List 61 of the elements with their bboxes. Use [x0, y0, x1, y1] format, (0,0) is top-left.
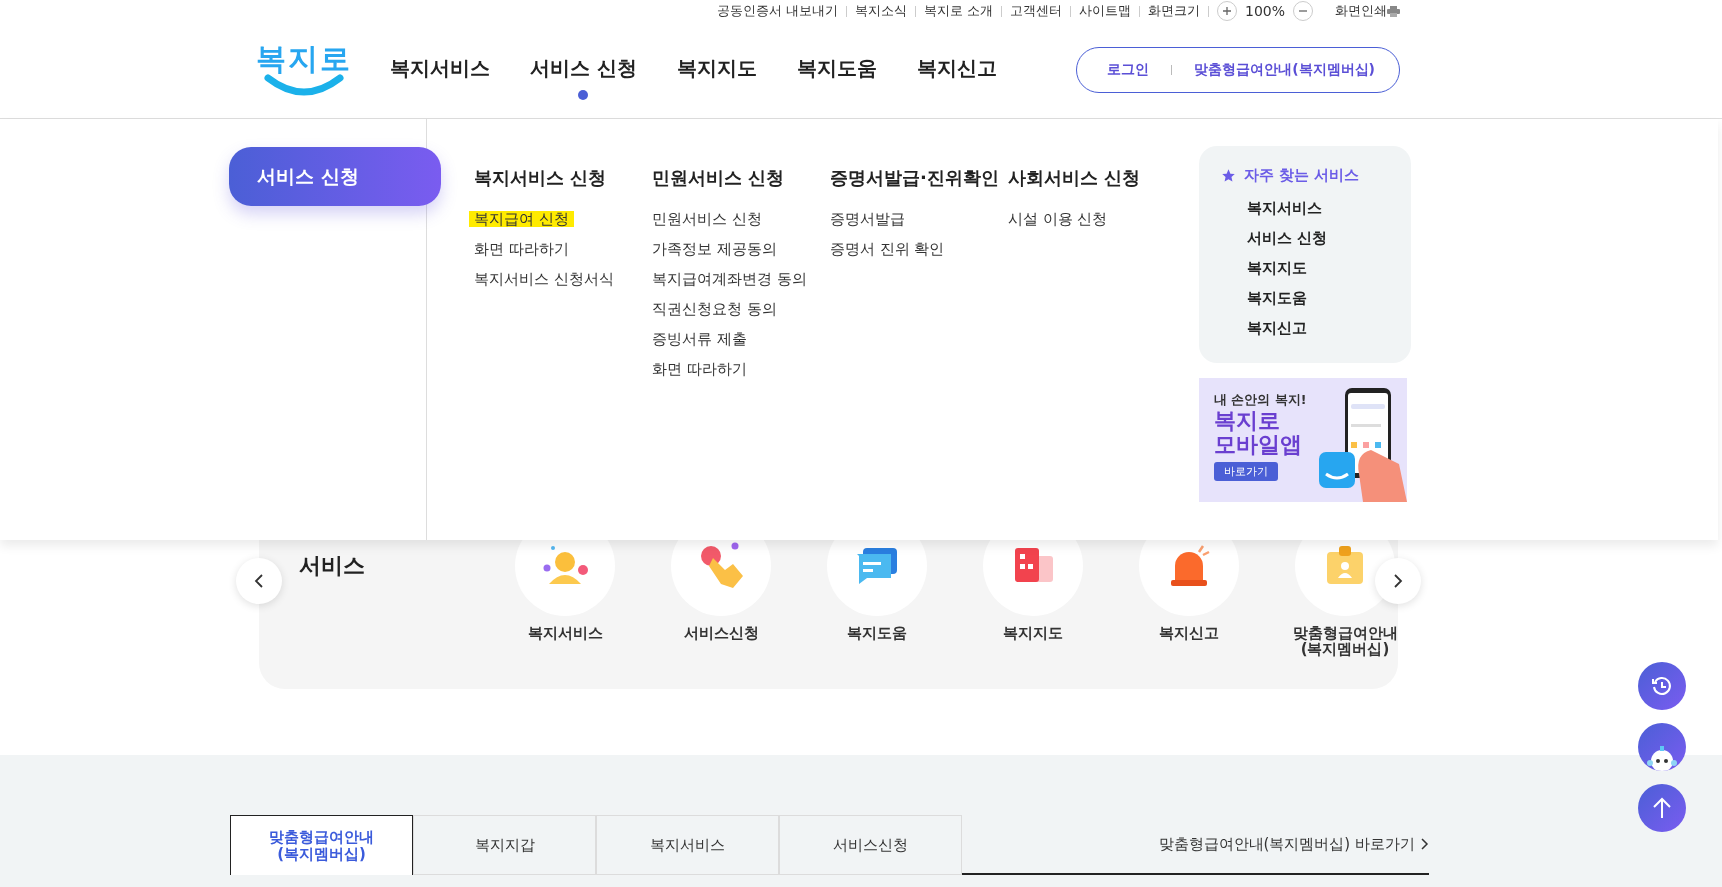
chatbot-button[interactable]: [1638, 723, 1686, 771]
menu-heading[interactable]: 민원서비스 신청: [652, 166, 785, 190]
print-link[interactable]: 화면인쇄: [1335, 2, 1387, 20]
nav-item[interactable]: 복지도움: [796, 36, 877, 104]
menu-title: 서비스 신청: [229, 147, 441, 206]
tab[interactable]: 복지서비스: [596, 815, 779, 875]
nav-item[interactable]: 서비스 신청: [530, 36, 637, 104]
banner-button[interactable]: 바로가기: [1214, 462, 1278, 482]
nav-item[interactable]: 복지신고: [916, 36, 997, 104]
menu-heading[interactable]: 증명서발급·진위확인: [830, 166, 999, 190]
menu-item[interactable]: 가족정보 제공동의: [652, 234, 777, 264]
menu-heading[interactable]: 복지서비스 신청: [474, 166, 607, 190]
menu-item[interactable]: 화면 따라하기: [474, 234, 569, 264]
history-icon: [1650, 674, 1674, 698]
utility-link[interactable]: 사이트맵: [1078, 2, 1131, 20]
quick-services-title: 서비스: [299, 552, 365, 580]
printer-icon[interactable]: [1387, 5, 1400, 17]
menu-item[interactable]: 증명서 진위 확인: [830, 234, 945, 264]
chevron-right-icon: [1393, 573, 1403, 589]
favorite-link[interactable]: 서비스 신청: [1247, 223, 1411, 253]
chevron-right-icon: [1421, 838, 1429, 850]
chevron-left-icon: [254, 573, 264, 589]
utility-link[interactable]: 공동인증서 내보내기: [717, 2, 838, 20]
menu-item[interactable]: 직권신청요청 동의: [652, 294, 777, 324]
history-button[interactable]: [1638, 662, 1686, 710]
menu-item[interactable]: 시설 이용 신청: [1008, 204, 1108, 234]
arrow-up-icon: [1651, 796, 1673, 820]
banner-tagline: 내 손안의 복지!: [1214, 392, 1307, 409]
tab[interactable]: 맞춤형급여안내 (복지멤버십): [230, 815, 413, 875]
menu-item[interactable]: 화면 따라하기: [652, 354, 747, 384]
utility-link[interactable]: 화면크기: [1147, 2, 1200, 20]
shortcut-link[interactable]: 맞춤형급여안내(복지멤버십) 바로가기: [1158, 834, 1429, 854]
tab[interactable]: 복지지갑: [413, 815, 596, 875]
login-link[interactable]: 로그인: [1107, 61, 1150, 79]
banner-title: 복지로: [1214, 409, 1280, 434]
zoom-level: 100%: [1244, 3, 1285, 19]
menu-item[interactable]: 복지서비스 신청서식: [474, 264, 614, 294]
app-banner[interactable]: 내 손안의 복지! 복지로 모바일앱 바로가기: [1199, 378, 1407, 502]
star-icon: [1221, 168, 1236, 183]
nav-item[interactable]: 복지서비스: [390, 36, 490, 104]
robot-icon: [1646, 745, 1678, 771]
utility-link[interactable]: 복지소식: [855, 2, 907, 20]
menu-item[interactable]: 증빙서류 제출: [652, 324, 747, 354]
tab[interactable]: 서비스신청: [779, 815, 962, 875]
favorite-link[interactable]: 복지서비스: [1247, 193, 1411, 223]
favorites-title: 자주 찾는 서비스: [1244, 166, 1360, 185]
menu-item[interactable]: 민원서비스 신청: [652, 204, 762, 234]
zoom-out-icon[interactable]: [1293, 1, 1313, 21]
membership-link[interactable]: 맞춤형급여안내(복지멤버십): [1194, 61, 1375, 79]
favorite-link[interactable]: 복지신고: [1247, 313, 1411, 343]
utility-link[interactable]: 고객센터: [1009, 2, 1062, 20]
banner-title: 모바일앱: [1214, 433, 1302, 458]
nav-item[interactable]: 복지지도: [676, 36, 757, 104]
favorite-link[interactable]: 복지지도: [1247, 253, 1411, 283]
menu-item[interactable]: 복지급여 신청: [469, 211, 574, 227]
favorite-link[interactable]: 복지도움: [1247, 283, 1411, 313]
menu-item[interactable]: 증명서발급: [830, 204, 905, 234]
menu-item[interactable]: 복지급여계좌변경 동의: [652, 264, 807, 294]
menu-heading[interactable]: 사회서비스 신청: [1008, 166, 1141, 190]
zoom-in-icon[interactable]: [1216, 1, 1237, 21]
utility-link[interactable]: 복지로 소개: [924, 2, 993, 20]
